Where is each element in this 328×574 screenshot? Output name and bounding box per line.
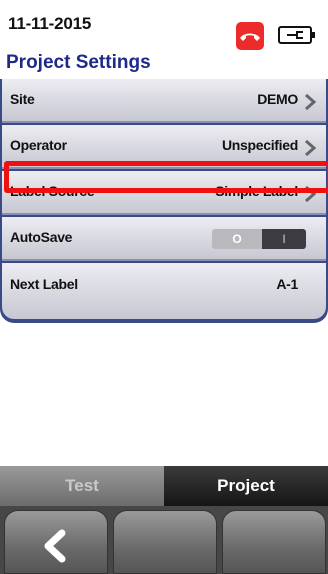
setting-value: Unspecified (221, 137, 298, 153)
setting-value: A-1 (276, 276, 298, 292)
chevron-right-icon (305, 139, 317, 157)
setting-label: Next Label (10, 276, 78, 292)
setting-row-autosave: AutoSave O I (2, 217, 326, 261)
setting-value: DEMO (257, 91, 298, 107)
back-button[interactable] (4, 510, 108, 574)
status-bar: 11-11-2015 (0, 0, 328, 52)
phone-hangup-icon[interactable] (236, 22, 264, 50)
page-title: Project Settings (6, 52, 151, 73)
tab-bar: Test Project (0, 466, 328, 506)
setting-row-next-label[interactable]: Next Label A-1 (2, 263, 326, 319)
setting-label: Operator (10, 137, 67, 153)
softkey-bar (0, 506, 328, 574)
tab-project[interactable]: Project (164, 466, 328, 506)
autosave-toggle[interactable]: O I (212, 229, 306, 249)
softkey-2[interactable] (113, 510, 217, 574)
softkey-3[interactable] (222, 510, 326, 574)
back-chevron-icon (44, 529, 66, 563)
setting-label: AutoSave (10, 229, 73, 245)
toggle-on-segment[interactable]: I (262, 229, 306, 249)
settings-list: Site DEMO Operator Unspecified Label Sou… (0, 79, 328, 323)
highlight-box (4, 161, 328, 193)
chevron-right-icon (305, 93, 317, 111)
setting-row-site[interactable]: Site DEMO (2, 79, 326, 123)
date-text: 11-11-2015 (8, 14, 92, 33)
toggle-off-segment[interactable]: O (212, 229, 262, 249)
battery-icon (278, 26, 316, 49)
tab-test[interactable]: Test (0, 466, 164, 506)
setting-label: Site (10, 91, 35, 107)
